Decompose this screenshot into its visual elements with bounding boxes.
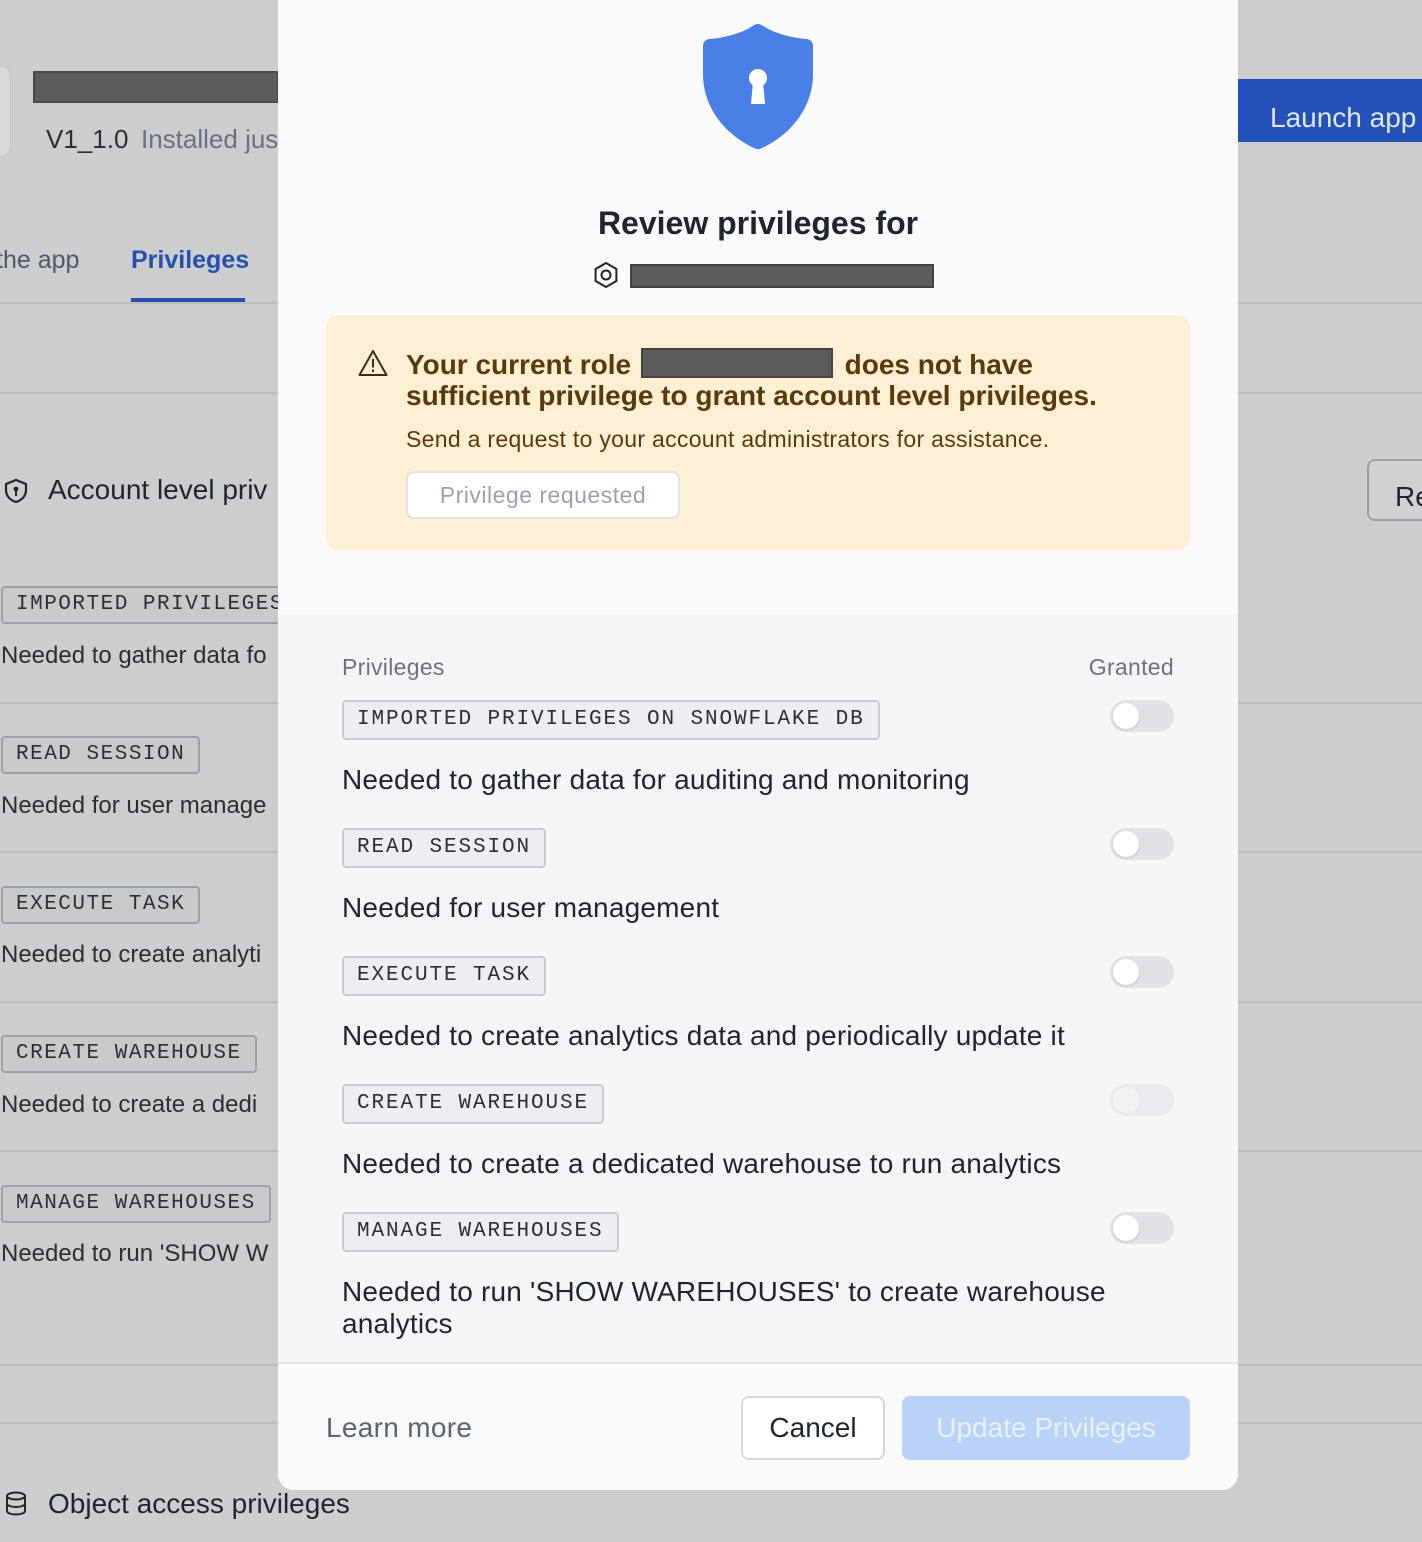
redacted-role-name xyxy=(640,348,833,378)
app-hexagon-icon xyxy=(594,261,618,289)
privilege-chip: MANAGE WAREHOUSES xyxy=(1,1185,271,1223)
privilege-chip: CREATE WAREHOUSE xyxy=(342,1084,605,1124)
privilege-description: Needed to create analyti xyxy=(1,941,262,968)
insufficient-privilege-alert: Your current role does not have sufficie… xyxy=(326,315,1190,550)
database-icon xyxy=(6,1491,26,1516)
privilege-description: Needed to run 'SHOW WAREHOUSES' to creat… xyxy=(342,1276,1106,1339)
account-level-privileges-heading: Account level priv xyxy=(48,474,268,505)
alert-text: does not have xyxy=(844,349,1033,380)
modal-title: Review privileges for xyxy=(597,205,919,241)
privilege-chip: MANAGE WAREHOUSES xyxy=(342,1212,619,1252)
privilege-chip: IMPORTED PRIVILEGES xyxy=(1,586,299,624)
privilege-chip: CREATE WAREHOUSE xyxy=(1,1035,257,1073)
review-privileges-modal: Review privileges for Your current role … xyxy=(278,0,1238,1490)
toggle-knob xyxy=(1113,959,1139,985)
install-status: Installed jus xyxy=(141,124,279,154)
update-privileges-button[interactable]: Update Privileges xyxy=(902,1396,1190,1460)
privilege-description: Needed to create analytics data and peri… xyxy=(342,1020,1065,1051)
app-logo xyxy=(0,66,10,156)
modal-header: Review privileges for Your current role … xyxy=(278,0,1238,614)
toggle-knob xyxy=(1113,1215,1139,1241)
launch-app-button[interactable]: Launch app xyxy=(1238,79,1422,142)
toggle-knob xyxy=(1113,703,1139,729)
object-access-privileges-heading: Object access privileges xyxy=(48,1488,350,1519)
privilege-description: Needed to gather data for auditing and m… xyxy=(342,764,970,795)
privileges-column-header: Privileges xyxy=(342,654,445,680)
grant-toggle-imported-privileges[interactable] xyxy=(1110,700,1174,732)
privileges-list: Privileges Granted IMPORTED PRIVILEGES O… xyxy=(278,614,1238,1362)
privilege-description: Needed to create a dedi xyxy=(1,1091,258,1118)
alert-text: Your current role xyxy=(406,349,632,380)
privilege-chip: IMPORTED PRIVILEGES ON SNOWFLAKE DB xyxy=(342,700,880,740)
request-button[interactable]: Re xyxy=(1367,459,1422,521)
toggle-knob xyxy=(1113,831,1139,857)
alert-subtext: Send a request to your account administr… xyxy=(406,426,1050,452)
privilege-chip: READ SESSION xyxy=(342,828,547,868)
learn-more-link[interactable]: Learn more xyxy=(326,1412,472,1444)
redacted-app-name xyxy=(630,264,934,288)
grant-toggle-execute-task[interactable] xyxy=(1110,956,1174,988)
alert-message-line2: sufficient privilege to grant account le… xyxy=(406,380,1097,411)
shield-icon xyxy=(4,478,28,504)
tab-about-app[interactable]: the app xyxy=(0,246,79,275)
privilege-description: Needed for user management xyxy=(342,892,720,923)
modal-footer: Learn more Cancel Update Privileges xyxy=(278,1362,1238,1490)
privilege-chip: EXECUTE TASK xyxy=(1,886,201,924)
tab-privileges[interactable]: Privileges xyxy=(131,246,249,275)
cancel-button[interactable]: Cancel xyxy=(741,1396,885,1460)
grant-toggle-read-session[interactable] xyxy=(1110,828,1174,860)
granted-column-header: Granted xyxy=(1088,654,1174,680)
privilege-description: Needed to run 'SHOW W xyxy=(1,1240,269,1267)
privilege-description: Needed to create a dedicated warehouse t… xyxy=(342,1148,1062,1179)
shield-lock-icon xyxy=(703,24,813,150)
grant-toggle-create-warehouse[interactable] xyxy=(1110,1084,1174,1116)
grant-toggle-manage-warehouses[interactable] xyxy=(1110,1212,1174,1244)
privilege-requested-button[interactable]: Privilege requested xyxy=(406,471,680,519)
privilege-description: Needed to gather data fo xyxy=(1,642,267,669)
privilege-description: Needed for user manage xyxy=(1,792,267,819)
redacted-app-name xyxy=(33,71,279,103)
privilege-chip: EXECUTE TASK xyxy=(342,956,547,996)
toggle-knob xyxy=(1113,1087,1139,1113)
alert-message-line1: Your current role does not have xyxy=(406,348,1033,381)
privilege-chip: READ SESSION xyxy=(1,736,201,774)
warning-triangle-icon xyxy=(358,350,388,376)
app-version: V1_1.0 xyxy=(46,124,129,154)
